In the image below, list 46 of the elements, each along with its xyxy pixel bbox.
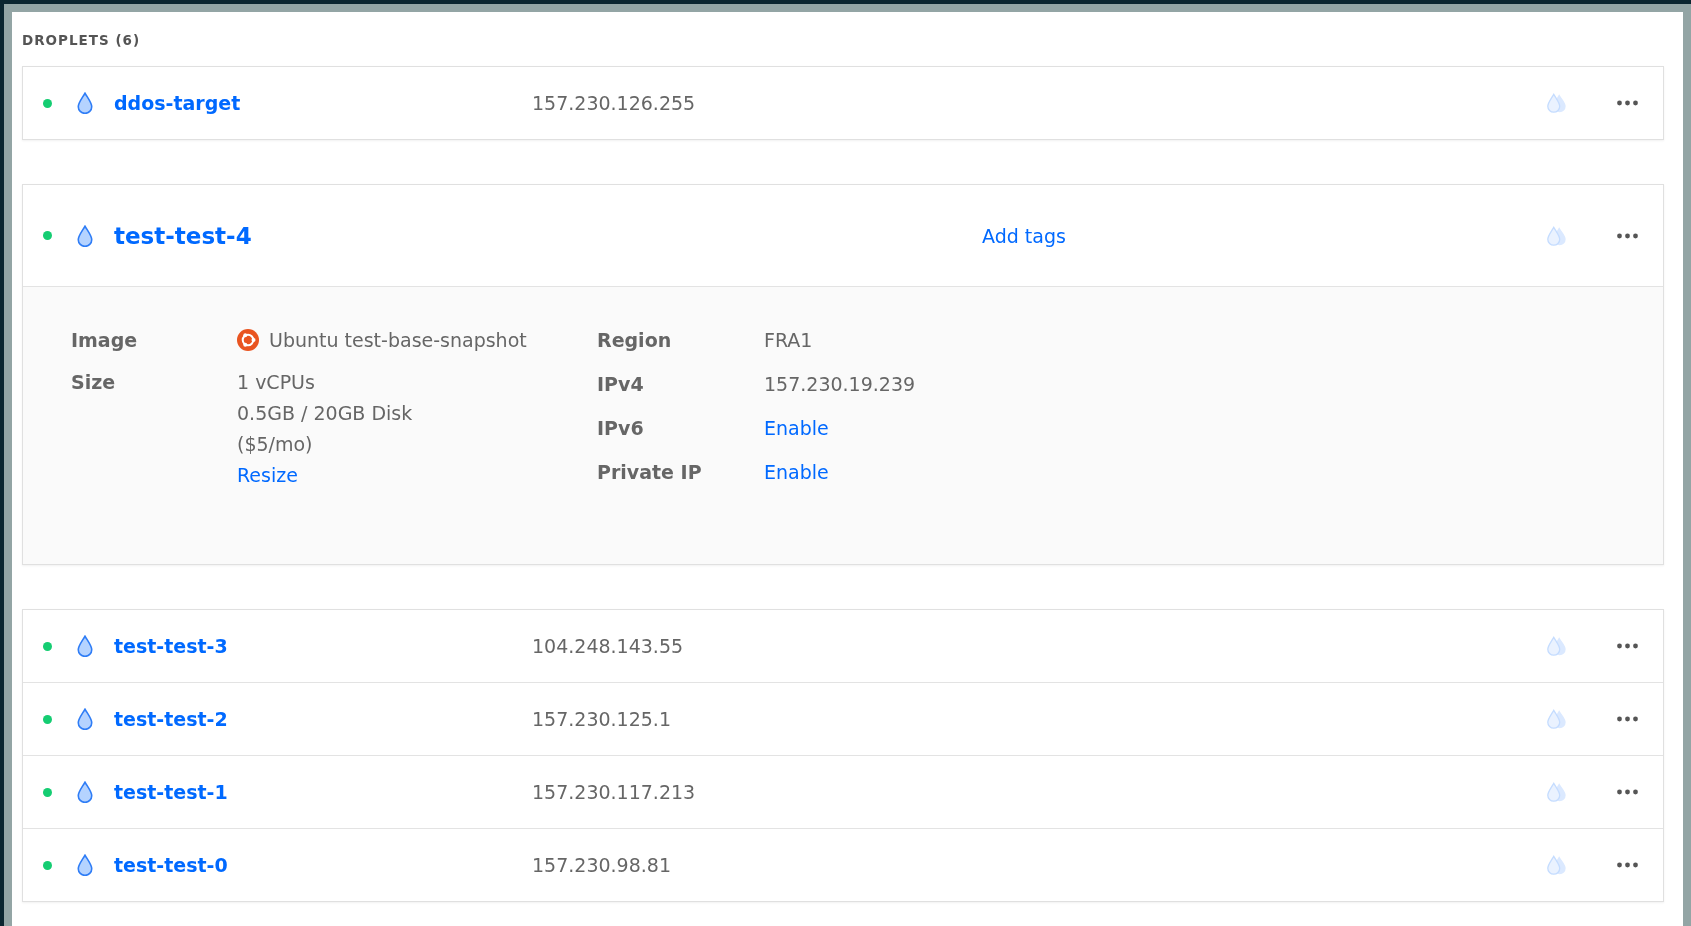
detail-label: IPv4 — [597, 373, 645, 395]
droplet-icon — [76, 635, 94, 657]
ip-address: 157.230.125.1 — [532, 708, 672, 730]
ip-address: 157.230.98.81 — [532, 854, 672, 876]
detail-value: ($5/mo) — [237, 433, 313, 455]
droplet-icon — [76, 92, 94, 114]
resize-link[interactable]: Resize — [237, 464, 298, 486]
detail-value: 1 vCPUs — [237, 371, 315, 393]
more-options-icon[interactable] — [1616, 232, 1639, 239]
enable-link[interactable]: Enable — [764, 461, 829, 483]
status-dot — [43, 98, 52, 108]
status-dot — [43, 787, 52, 797]
more-options-icon[interactable] — [1616, 789, 1639, 795]
droplet-icon — [76, 224, 94, 247]
more-options-icon[interactable] — [1616, 862, 1639, 868]
detail-value: 0.5GB / 20GB Disk — [237, 402, 413, 424]
droplet-icon — [76, 854, 94, 876]
ip-address: 157.230.117.213 — [532, 781, 697, 803]
status-dot — [43, 860, 52, 870]
detail-value: 157.230.19.239 — [764, 373, 916, 395]
status-dot — [43, 641, 52, 651]
ip-address: 104.248.143.55 — [532, 635, 685, 657]
detail-value: Ubuntu test-base-snapshot — [269, 329, 527, 351]
more-options-icon[interactable] — [1616, 100, 1639, 106]
droplet-name-link[interactable]: test-test-3 — [114, 635, 532, 657]
ip-address: 157.230.126.255 — [532, 92, 697, 114]
status-dot — [43, 231, 52, 240]
detail-label: Image — [71, 329, 139, 351]
enable-link[interactable]: Enable — [764, 417, 829, 439]
detail-label: Size — [71, 371, 117, 395]
droplet-name-link[interactable]: test-test-1 — [114, 781, 532, 803]
more-options-icon[interactable] — [1616, 716, 1639, 722]
droplet-name-link[interactable]: test-test-2 — [114, 708, 532, 730]
droplet-icon — [76, 781, 94, 803]
detail-label: Region — [597, 329, 673, 351]
droplet-icon — [76, 708, 94, 730]
droplet-name-link[interactable]: test-test-4 — [114, 222, 982, 249]
detail-label: IPv6 — [597, 417, 645, 439]
detail-label: Private IP — [597, 461, 703, 483]
droplet-name-link[interactable]: ddos-target — [114, 92, 532, 114]
more-options-icon[interactable] — [1616, 643, 1639, 649]
add-tags-link[interactable]: Add tags — [982, 224, 1544, 247]
droplet-name-link[interactable]: test-test-0 — [114, 854, 532, 876]
detail-value: FRA1 — [764, 329, 813, 351]
status-dot — [43, 714, 52, 724]
section-title: DROPLETS (6) — [22, 32, 142, 50]
